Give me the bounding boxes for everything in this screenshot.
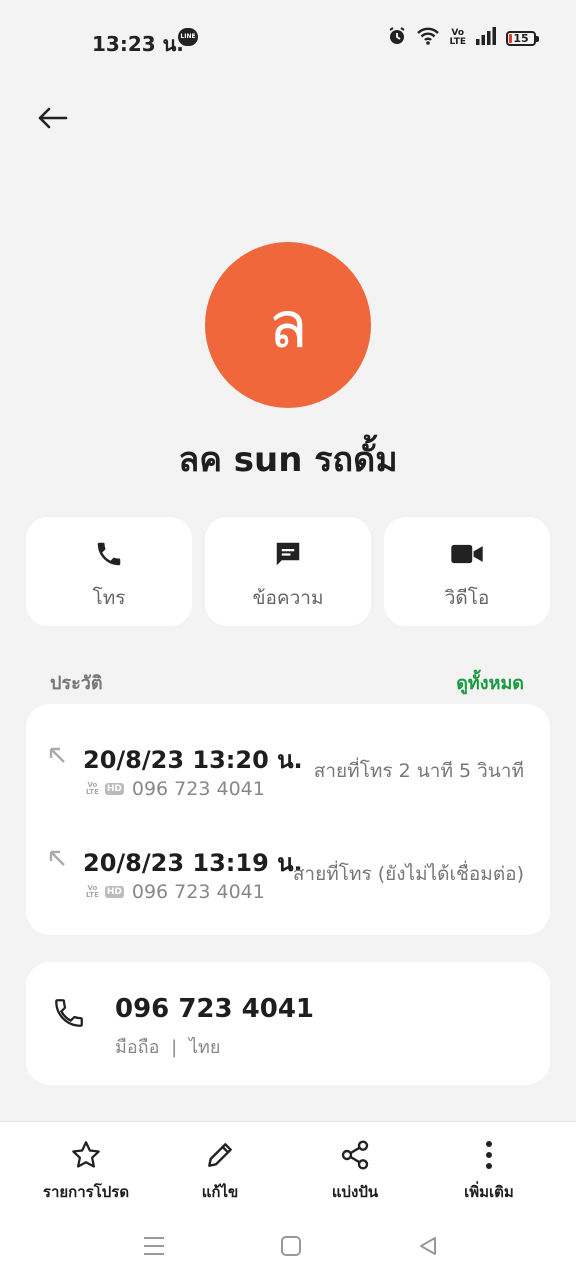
- message-action-label: ข้อความ: [252, 587, 324, 609]
- back-arrow-icon: [38, 107, 68, 129]
- system-nav-bar: [0, 1213, 576, 1280]
- pencil-icon: [160, 1138, 280, 1172]
- call-number: 096 723 4041: [131, 778, 265, 800]
- volte-bottom: LTE: [86, 788, 99, 796]
- edit-button[interactable]: แก้ไข: [160, 1138, 280, 1204]
- message-icon: [205, 539, 371, 571]
- message-action-button[interactable]: ข้อความ: [205, 517, 371, 626]
- signal-icon: [475, 27, 497, 49]
- status-icons: Vo LTE 15: [387, 26, 539, 50]
- call-meta: Vo LTE HD 096 723 4041: [86, 881, 265, 903]
- hd-icon: HD: [104, 886, 124, 898]
- phone-number-details: มือถือ | ไทย: [115, 1032, 220, 1061]
- edit-label: แก้ไข: [201, 1183, 239, 1201]
- video-action-label: วิดีโอ: [444, 587, 490, 609]
- battery-icon: 15: [506, 30, 539, 46]
- call-number: 096 723 4041: [131, 881, 265, 903]
- more-label: เพิ่มเติม: [464, 1183, 514, 1201]
- call-status: สายที่โทร (ยังไม่ได้เชื่อมต่อ): [292, 863, 524, 885]
- alarm-icon: [387, 26, 407, 50]
- menu-icon[interactable]: [139, 1233, 169, 1259]
- phone-number-card[interactable]: 096 723 4041 มือถือ | ไทย: [26, 962, 550, 1085]
- share-icon: [295, 1138, 415, 1172]
- status-bar: 13:23 น. LINE Vo LTE 15: [0, 0, 576, 80]
- video-icon: [384, 539, 550, 571]
- volte-icon: Vo LTE: [449, 29, 466, 47]
- status-time: 13:23 น.: [92, 32, 184, 56]
- phone-icon: [26, 539, 192, 571]
- battery-level: 15: [513, 31, 529, 45]
- call-status: สายที่โทร 2 นาที 5 วินาที: [313, 760, 524, 782]
- phone-outline-icon: [52, 996, 86, 1034]
- home-icon[interactable]: [276, 1233, 306, 1259]
- call-history-row[interactable]: 20/8/23 13:20 น. Vo LTE HD 096 723 4041 ส…: [26, 732, 550, 822]
- wifi-icon: [416, 26, 440, 50]
- volte-bottom: LTE: [449, 37, 466, 47]
- phone-type: มือถือ: [115, 1037, 160, 1058]
- back-button[interactable]: [30, 96, 74, 140]
- contact-name: ลค sun รถดั้ม: [178, 440, 398, 480]
- outgoing-call-icon: [48, 849, 66, 871]
- outgoing-call-icon: [48, 746, 66, 768]
- more-button[interactable]: เพิ่มเติม: [429, 1138, 549, 1204]
- call-action-button[interactable]: โทร: [26, 517, 192, 626]
- favorite-label: รายการโปรด: [42, 1183, 130, 1201]
- video-action-button[interactable]: วิดีโอ: [384, 517, 550, 626]
- star-icon: [26, 1138, 146, 1172]
- bottom-action-bar: รายการโปรด แก้ไข แบ่งปัน เพิ่มเติม: [0, 1121, 576, 1214]
- share-label: แบ่งปัน: [331, 1183, 379, 1201]
- share-button[interactable]: แบ่งปัน: [295, 1138, 415, 1204]
- line-app-icon: LINE: [178, 28, 198, 46]
- call-history-card: 20/8/23 13:20 น. Vo LTE HD 096 723 4041 ส…: [26, 704, 550, 935]
- phone-number: 096 723 4041: [115, 994, 315, 1024]
- phone-separator: |: [171, 1037, 178, 1058]
- avatar: ล: [205, 242, 371, 408]
- battery-tip: [536, 35, 539, 42]
- call-action-label: โทร: [92, 587, 126, 609]
- volte-icon: Vo LTE: [86, 782, 99, 796]
- hd-icon: HD: [104, 783, 124, 795]
- history-title: ประวัติ: [50, 673, 103, 694]
- volte-icon: Vo LTE: [86, 885, 99, 899]
- see-all-link[interactable]: ดูทั้งหมด: [456, 668, 524, 697]
- volte-bottom: LTE: [86, 891, 99, 899]
- more-icon: [429, 1138, 549, 1172]
- call-datetime: 20/8/23 13:20 น.: [83, 746, 303, 774]
- favorite-button[interactable]: รายการโปรด: [26, 1138, 146, 1204]
- call-history-row[interactable]: 20/8/23 13:19 น. Vo LTE HD 096 723 4041 ส…: [26, 835, 550, 925]
- call-datetime: 20/8/23 13:19 น.: [83, 849, 303, 877]
- phone-region: ไทย: [188, 1037, 221, 1058]
- call-meta: Vo LTE HD 096 723 4041: [86, 778, 265, 800]
- back-triangle-icon[interactable]: [413, 1233, 443, 1259]
